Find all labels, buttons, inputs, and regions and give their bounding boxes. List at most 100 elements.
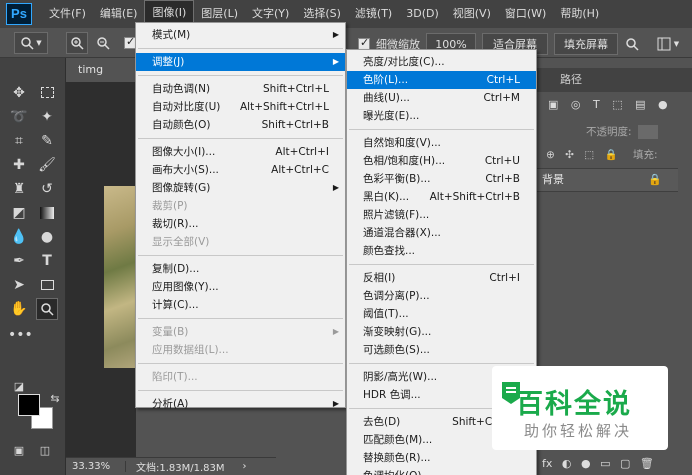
history-brush-icon[interactable]: ↺ [36,178,58,200]
zoom-tool-icon[interactable] [36,298,58,320]
adjust-menu-item[interactable]: 照片滤镜(F)... [347,206,536,224]
quick-mask-icon[interactable]: ◪ [8,376,30,398]
adjust-menu-item[interactable]: 可选颜色(S)... [347,341,536,359]
adjust-menu-item[interactable]: 通道混合器(X)... [347,224,536,242]
menu-10[interactable]: 帮助(H) [553,0,606,28]
menu-2[interactable]: 图像(I) [144,0,195,24]
adjust-menu-item[interactable]: 色相/饱和度(H)... Ctrl+U [347,152,536,170]
healing-brush-icon[interactable]: ✚ [8,154,30,176]
adjust-menu-item-label: 颜色查找... [363,245,416,257]
image-canvas [104,186,136,368]
layer-background[interactable]: 背景 🔒 [536,168,678,192]
status-arrow-icon[interactable]: › [243,461,247,472]
type-tool-icon[interactable]: T [36,250,58,272]
adjust-menu-item-label: 色调分离(P)... [363,290,430,302]
tab-paths[interactable]: 路径 [560,68,582,92]
marquee-tool-icon[interactable] [36,82,58,104]
zoom-status[interactable]: 33.33% [66,461,126,472]
adjust-menu-item[interactable]: 颜色查找... [347,242,536,260]
brush-tool-icon[interactable]: 🖌 [36,154,58,176]
image-menu-item[interactable]: 自动色调(N) Shift+Ctrl+L [136,80,345,98]
image-menu-item[interactable]: 图像大小(I)... Alt+Ctrl+I [136,143,345,161]
dodge-tool-icon[interactable]: ● [36,226,58,248]
menu-separator [138,48,343,49]
adjust-menu-item[interactable]: 自然饱和度(V)... [347,134,536,152]
adjust-menu-item-label: 阈值(T)... [363,308,409,320]
adjust-menu-item[interactable]: 渐变映射(G)... [347,323,536,341]
adjust-menu-item-label: 色相/饱和度(H)... [363,155,446,167]
adjust-menu-item[interactable]: 曝光度(E)... [347,107,536,125]
image-menu-item: 显示全部(V) [136,233,345,251]
workspace-switcher[interactable]: ▼ [648,33,688,55]
image-menu-item[interactable]: 裁切(R)... [136,215,345,233]
adjust-menu-item[interactable]: 色调分离(P)... [347,287,536,305]
more-tools-icon[interactable]: ••• [8,324,33,346]
eraser-tool-icon[interactable]: ◩ [8,202,30,224]
zoom-in-button[interactable] [66,31,88,54]
menu-8[interactable]: 视图(V) [446,0,498,28]
adjust-menu-item[interactable]: 色彩平衡(B)... Ctrl+B [347,170,536,188]
menu-bar: Ps 文件(F) 编辑(E) 图像(I) 图层(L) 文字(Y) 选择(S) 滤镜(T) 3D… [0,0,692,28]
gradient-tool-icon[interactable] [36,202,58,224]
adjust-menu-item[interactable]: 替换颜色(R)... [347,449,536,467]
status-bar: 33.33% 文档:1.83M/1.83M › [66,457,276,475]
image-menu-item[interactable]: 应用图像(Y)... [136,278,345,296]
menu-separator [138,363,343,364]
fill-label: 填充: [632,149,658,161]
magic-wand-icon[interactable]: ✦ [36,106,58,128]
move-tool-icon[interactable]: ✥ [8,82,30,104]
submenu-arrow-icon: ▶ [332,327,339,336]
image-menu-item[interactable]: 模式(M) ▶ [136,26,345,44]
menu-7[interactable]: 3D(D) [399,0,446,28]
adjust-menu-item-label: 可选颜色(S)... [363,344,430,356]
adjust-menu-item[interactable]: 色调均化(Q) [347,467,536,475]
adjust-menu-item[interactable]: 亮度/对比度(C)... [347,53,536,71]
document-tab[interactable]: timg (2).jpg [66,58,138,100]
clone-stamp-icon[interactable]: ♜ [8,178,30,200]
rectangle-tool-icon[interactable] [36,274,58,296]
lock-options-icon[interactable]: ⊕ ✣ ⬚ 🔒 [546,149,618,161]
image-menu-item[interactable]: 调整(J) ▶ [136,53,345,71]
screen-mode-icon[interactable]: ▣ [8,440,30,462]
image-menu: 模式(M) ▶ 调整(J) ▶ 自动色调(N) Shift+Ctrl+L 自动对比度(U) A… [135,22,346,410]
image-menu-item[interactable]: 复制(D)... [136,260,345,278]
adjust-menu-item-label: 色彩平衡(B)... [363,173,431,185]
layer-filter-icons: ▣ ◎ T ⬚ ▤ ● [548,98,668,111]
search-button[interactable] [622,33,642,55]
menu-9[interactable]: 窗口(W) [498,0,553,28]
menu-6[interactable]: 滤镜(T) [348,0,399,28]
image-menu-item[interactable]: 自动颜色(O) Shift+Ctrl+B [136,116,345,134]
adjust-menu-item-label: 阴影/高光(W)... [363,371,438,383]
zoom-out-button[interactable] [92,32,114,54]
adjust-menu-item[interactable]: 反相(I) Ctrl+I [347,269,536,287]
adjust-menu-item-label: 色阶(L)... [363,74,409,86]
swap-colors-icon[interactable]: ⇆ [44,388,66,410]
image-menu-item: 变量(B) ▶ [136,323,345,341]
adjust-menu-item[interactable]: 曲线(U)... Ctrl+M [347,89,536,107]
edit-quick-mask-icon[interactable]: ◫ [34,440,56,462]
image-menu-item[interactable]: 画布大小(S)... Alt+Ctrl+C [136,161,345,179]
adjust-menu-item[interactable]: 黑白(K)... Alt+Shift+Ctrl+B [347,188,536,206]
image-menu-item[interactable]: 分析(A) ▶ [136,395,345,413]
zoom-tool-preset[interactable]: ▼ [14,31,48,54]
crop-tool-icon[interactable]: ⌗ [8,130,30,152]
path-selection-icon[interactable]: ➤ [8,274,30,296]
adjust-menu-item[interactable]: 阈值(T)... [347,305,536,323]
adjust-menu-item[interactable]: 色阶(L)... Ctrl+L [347,71,536,89]
image-menu-item[interactable]: 自动对比度(U) Alt+Shift+Ctrl+L [136,98,345,116]
submenu-arrow-icon: ▶ [332,183,339,192]
menu-0[interactable]: 文件(F) [42,0,93,28]
opacity-control[interactable]: 不透明度: [586,124,658,139]
adjust-menu-item-label: 亮度/对比度(C)... [363,56,445,68]
fill-screen-button[interactable]: 填充屏幕 [554,33,618,55]
eyedropper-icon[interactable]: ✎ [36,130,58,152]
lock-icon: 🔒 [648,173,662,186]
menu-separator [138,318,343,319]
image-menu-item[interactable]: 计算(C)... [136,296,345,314]
image-menu-item-label: 应用数据组(L)... [152,344,229,356]
lasso-tool-icon[interactable]: ➰ [8,106,30,128]
hand-tool-icon[interactable]: ✋ [8,298,30,320]
blur-tool-icon[interactable]: 💧 [8,226,30,248]
image-menu-item[interactable]: 图像旋转(G) ▶ [136,179,345,197]
pen-tool-icon[interactable]: ✒ [8,250,30,272]
